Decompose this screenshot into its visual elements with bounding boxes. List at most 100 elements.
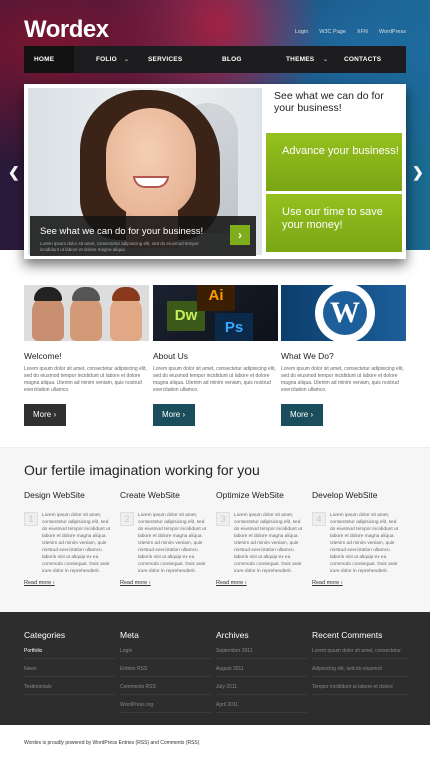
services-section: Our fertile imagination working for you … [0,447,430,612]
service-number: 1 [24,512,38,526]
footer-divider [120,712,212,713]
nav-item-services[interactable]: SERVICES [137,46,200,73]
service-text: Lorem ipsum dolor sit amet, consectetur … [42,513,110,574]
service-title: Develop WebSite [312,490,378,500]
top-link-w3c[interactable]: W3C Page [319,29,346,35]
feature-title: About Us [153,351,188,361]
arrow-right-icon[interactable]: ❯ [412,164,424,181]
person-hat [72,287,100,301]
footer-link[interactable]: April 2011 [216,702,308,708]
footer-column-title: Categories [24,630,66,640]
service-number: 4 [312,512,326,526]
nav-item-contacts[interactable]: CONTACTS [334,46,406,73]
arrow-left-icon[interactable]: ❮ [8,164,20,181]
promo-box-save[interactable]: Use our time to save your money! [266,194,402,252]
caption-text: Lorem ipsum dolor sit amet, consectetur … [40,241,199,252]
nav-item-folio[interactable]: FOLIO ⌄ [74,46,137,73]
chevron-down-icon: ⌄ [124,57,130,63]
footer-divider [120,658,212,659]
top-link-xfn[interactable]: XFN [357,29,368,35]
feature-text: Lorem ipsum dolor sit amet, consectetur … [281,366,404,393]
footer-link[interactable]: Entries RSS [120,666,212,672]
photoshop-icon: Ps [215,313,253,341]
footer-divider [216,676,308,677]
promo-box-advance[interactable]: Advance your business! [266,133,402,191]
read-more-label: Read more [312,580,340,586]
nav-item-themes[interactable]: THEMES ⌄ [262,46,334,73]
feature-whatwedo: W What We Do? Lorem ipsum dolor sit amet… [281,285,406,426]
feature-welcome: Welcome! Lorem ipsum dolor sit amet, con… [24,285,149,426]
nav-item-blog[interactable]: BLOG [200,46,262,73]
nav-label-home: HOME [34,56,55,63]
slider: See what we can do for your business! Lo… [24,84,406,259]
top-links: Login W3C Page XFN WordPress [295,29,406,35]
slide-caption: See what we can do for your business! Lo… [30,216,256,256]
footer-link[interactable]: July 2011 [216,684,308,690]
more-button[interactable]: More › [153,404,195,426]
chevron-right-icon[interactable]: › [230,225,250,245]
nav-label-contacts: CONTACTS [344,56,382,63]
footer-link[interactable]: Comments RSS [120,684,212,690]
footer-divider [312,694,408,695]
feature-title: What We Do? [281,351,334,361]
read-more-link[interactable]: Read more › [312,580,402,586]
feature-title: Welcome! [24,351,62,361]
more-button-label: More [162,410,181,419]
footer-link[interactable]: August 2011 [216,666,308,672]
footer-link[interactable]: Lorem ipsum dolor sit amet, consectetur [312,648,408,654]
nav-label-themes: THEMES [286,56,315,63]
footer-link[interactable]: Portfolio [24,648,116,654]
read-more-link[interactable]: Read more › [24,580,114,586]
footer-divider [24,658,116,659]
person-hair [34,287,62,301]
footer-archives: Archives September 2011 August 2011 July… [216,630,308,713]
service-title: Design WebSite [24,490,85,500]
read-more-link[interactable]: Read more › [216,580,306,586]
service-item: Create WebSite 2 Lorem ipsum dolor sit am… [120,490,210,586]
top-link-login[interactable]: Login [295,29,308,35]
footer-link[interactable]: Login [120,648,212,654]
more-button-label: More [33,410,52,419]
site-logo[interactable]: Wordex [24,16,109,44]
footer-divider [312,676,408,677]
bottom-bar: Wordex is proudly powered by WordPress E… [0,725,430,769]
nav-item-home[interactable]: HOME [24,46,74,73]
service-text: Lorem ipsum dolor sit amet, consectetur … [234,513,302,574]
nav-label-blog: BLOG [222,56,242,63]
caption-title: See what we can do for your business! [40,226,204,237]
read-more-link[interactable]: Read more › [120,580,210,586]
service-item: Develop WebSite 4 Lorem ipsum dolor sit a… [312,490,402,586]
top-link-wordpress[interactable]: WordPress [379,29,406,35]
copyright-text: Wordex is proudly powered by WordPress E… [24,740,200,746]
footer-link[interactable]: Testimonials [24,684,116,690]
people-image [24,285,149,341]
service-title: Optimize WebSite [216,490,284,500]
footer-categories: Categories Portfolio News Testimonials [24,630,116,695]
feature-columns: Welcome! Lorem ipsum dolor sit amet, con… [24,285,406,430]
service-number: 2 [120,512,134,526]
footer-divider [216,694,308,695]
slide-heading: See what we can do for your business! [274,90,384,114]
feature-about: Dw Ai Ps About Us Lorem ipsum dolor sit … [153,285,278,426]
photo-face [106,108,196,218]
footer-divider [120,694,212,695]
more-button[interactable]: More › [24,404,66,426]
more-button[interactable]: More › [281,404,323,426]
footer-link[interactable]: News [24,666,116,672]
read-more-label: Read more [24,580,52,586]
footer-link[interactable]: WordPress.org [120,702,212,708]
person-figure [32,295,64,341]
main-nav: HOME FOLIO ⌄ SERVICES BLOG THEMES ⌄ CONT… [24,46,406,73]
footer-link[interactable]: Tempor incididunt ut labore et dolore [312,684,408,690]
footer-divider [24,676,116,677]
nav-label-services: SERVICES [148,56,183,63]
nav-label-folio: FOLIO [96,56,117,63]
footer-link[interactable]: September 2011 [216,648,308,654]
footer-meta: Meta Login Entries RSS Comments RSS Word… [120,630,212,713]
footer-link[interactable]: Adipisicing elit, sed do eiusmod [312,666,408,672]
person-figure [70,295,102,341]
footer-divider [24,694,116,695]
footer-divider [312,658,408,659]
read-more-label: Read more [120,580,148,586]
footer-column-title: Meta [120,630,139,640]
